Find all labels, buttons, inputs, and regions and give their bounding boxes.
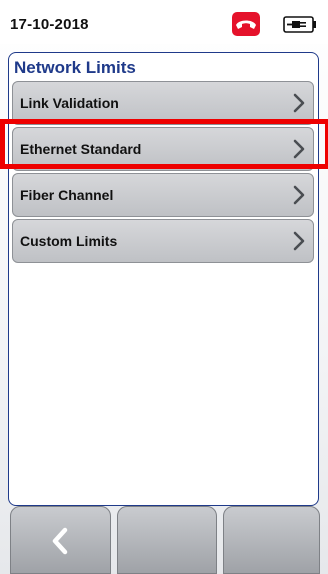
softkey-2-button[interactable]	[117, 506, 217, 574]
device-screen: 17-10-2018 Network Limits Link Validatio…	[0, 0, 328, 574]
menu-list: Link Validation Ethernet Standard Fiber …	[12, 81, 314, 265]
chevron-right-icon	[293, 93, 305, 113]
chevron-right-icon	[293, 185, 305, 205]
back-button[interactable]	[10, 506, 111, 574]
status-bar: 17-10-2018	[0, 0, 328, 44]
chevron-left-icon	[52, 527, 68, 555]
date-display: 17-10-2018	[10, 16, 89, 33]
ac-power-plug-icon	[283, 16, 316, 33]
hang-up-phone-icon[interactable]	[232, 12, 260, 36]
chevron-right-icon	[293, 231, 305, 251]
menu-item-link-validation[interactable]: Link Validation	[12, 81, 314, 125]
menu-item-fiber-channel[interactable]: Fiber Channel	[12, 173, 314, 217]
menu-item-label: Fiber Channel	[20, 187, 114, 203]
network-limits-panel: Network Limits Link Validation Ethernet …	[8, 52, 319, 506]
chevron-right-icon	[293, 139, 305, 159]
menu-item-custom-limits[interactable]: Custom Limits	[12, 219, 314, 263]
panel-title: Network Limits	[14, 58, 136, 77]
softkey-3-button[interactable]	[223, 506, 320, 574]
menu-item-label: Ethernet Standard	[20, 141, 142, 157]
menu-item-label: Link Validation	[20, 95, 119, 111]
menu-item-ethernet-standard[interactable]: Ethernet Standard	[12, 127, 314, 171]
menu-item-label: Custom Limits	[20, 233, 118, 249]
